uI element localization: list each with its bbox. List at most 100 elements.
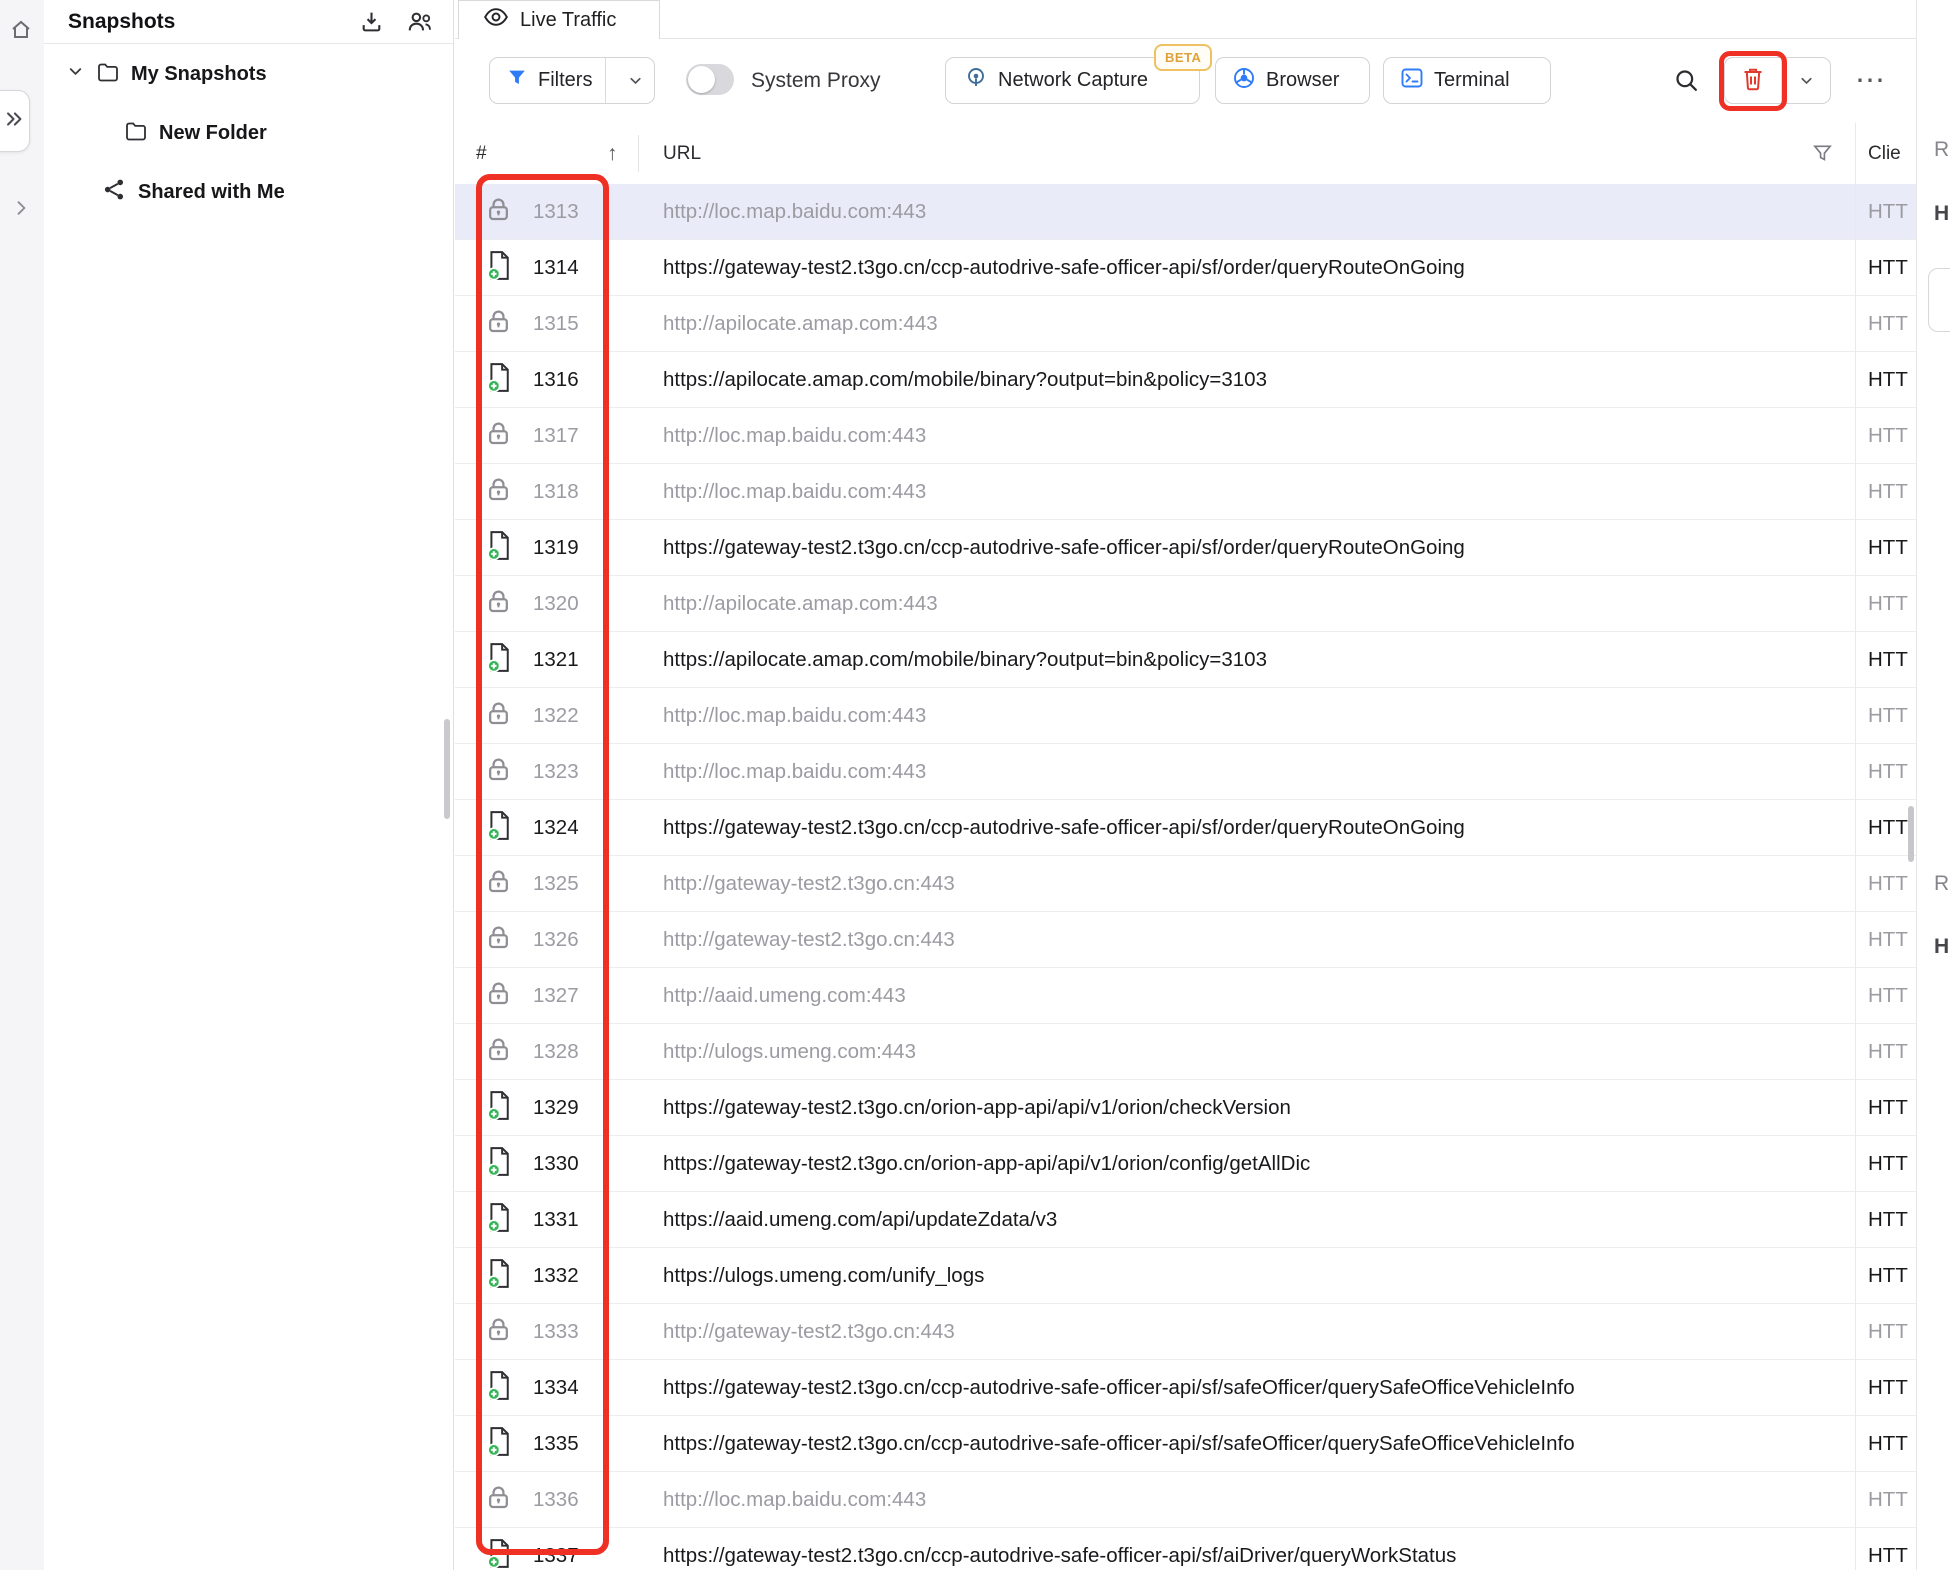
row-url: https://gateway-test2.t3go.cn/orion-app-… xyxy=(663,1136,1310,1191)
table-row[interactable]: 1330 https://gateway-test2.t3go.cn/orion… xyxy=(455,1136,1916,1192)
sort-ascending-icon[interactable]: ↑ xyxy=(607,123,618,184)
table-row[interactable]: 1315 http://apilocate.amap.com:443 HTT xyxy=(455,296,1916,352)
row-number: 1319 xyxy=(533,520,579,575)
column-header-client[interactable]: Clie xyxy=(1868,123,1901,184)
row-number: 1314 xyxy=(533,240,579,295)
chevron-right-icon[interactable] xyxy=(11,198,31,223)
system-proxy-label: System Proxy xyxy=(751,57,881,104)
table-row[interactable]: 1328 http://ulogs.umeng.com:443 HTT xyxy=(455,1024,1916,1080)
system-proxy-toggle[interactable] xyxy=(686,64,734,95)
tab-live-traffic[interactable]: Live Traffic xyxy=(458,0,660,39)
clipped-text: H xyxy=(1934,935,1949,959)
row-url: https://aaid.umeng.com/api/updateZdata/v… xyxy=(663,1192,1057,1247)
sidebar-item-new-folder[interactable]: New Folder xyxy=(44,104,453,163)
left-rail xyxy=(0,0,45,1570)
chevron-down-icon[interactable] xyxy=(616,72,654,89)
row-number: 1331 xyxy=(533,1192,579,1247)
table-row[interactable]: 1314 https://gateway-test2.t3go.cn/ccp-a… xyxy=(455,240,1916,296)
trash-button[interactable] xyxy=(1725,65,1781,97)
table-row[interactable]: 1324 https://gateway-test2.t3go.cn/ccp-a… xyxy=(455,800,1916,856)
download-icon[interactable] xyxy=(359,9,384,34)
row-url: https://gateway-test2.t3go.cn/ccp-autodr… xyxy=(663,520,1465,575)
table-row[interactable]: 1327 http://aaid.umeng.com:443 HTT xyxy=(455,968,1916,1024)
browser-label: Browser xyxy=(1266,69,1339,92)
terminal-button[interactable]: Terminal xyxy=(1383,57,1551,104)
row-client: HTT xyxy=(1868,1248,1916,1303)
table-row[interactable]: 1336 http://loc.map.baidu.com:443 HTT xyxy=(455,1472,1916,1528)
row-number: 1328 xyxy=(533,1024,579,1079)
row-number: 1325 xyxy=(533,856,579,911)
row-client: HTT xyxy=(1868,1472,1916,1527)
row-url: https://gateway-test2.t3go.cn/ccp-autodr… xyxy=(663,1360,1575,1415)
table-scrollbar[interactable] xyxy=(1908,806,1914,862)
sidebar-item-my-snapshots[interactable]: My Snapshots xyxy=(44,45,453,104)
document-add-icon xyxy=(485,642,513,678)
sidebar-item-shared-with-me[interactable]: Shared with Me xyxy=(44,163,453,222)
column-filter-icon[interactable] xyxy=(1811,123,1834,184)
search-icon[interactable] xyxy=(1673,67,1700,94)
sidebar-scrollbar[interactable] xyxy=(444,719,450,819)
lock-icon xyxy=(485,1484,512,1516)
row-url: http://gateway-test2.t3go.cn:443 xyxy=(663,856,955,911)
row-client: HTT xyxy=(1868,352,1916,407)
table-row[interactable]: 1329 https://gateway-test2.t3go.cn/orion… xyxy=(455,1080,1916,1136)
table-row[interactable]: 1325 http://gateway-test2.t3go.cn:443 HT… xyxy=(455,856,1916,912)
document-add-icon xyxy=(485,1146,513,1182)
row-url: https://gateway-test2.t3go.cn/orion-app-… xyxy=(663,1080,1291,1135)
table-row[interactable]: 1313 http://loc.map.baidu.com:443 HTT xyxy=(455,184,1916,240)
document-add-icon xyxy=(485,810,513,846)
row-client: HTT xyxy=(1868,408,1916,463)
row-client: HTT xyxy=(1868,520,1916,575)
lock-icon xyxy=(485,756,512,788)
sidebar-item-label: My Snapshots xyxy=(131,63,267,86)
document-add-icon xyxy=(485,362,513,398)
row-client: HTT xyxy=(1868,296,1916,351)
table-row[interactable]: 1317 http://loc.map.baidu.com:443 HTT xyxy=(455,408,1916,464)
table-row[interactable]: 1331 https://aaid.umeng.com/api/updateZd… xyxy=(455,1192,1916,1248)
row-number: 1321 xyxy=(533,632,579,687)
chevron-down-icon[interactable] xyxy=(66,62,85,87)
lock-icon xyxy=(485,476,512,508)
row-client: HTT xyxy=(1868,744,1916,799)
browser-button[interactable]: Browser xyxy=(1215,57,1370,104)
lock-icon xyxy=(485,588,512,620)
table-row[interactable]: 1318 http://loc.map.baidu.com:443 HTT xyxy=(455,464,1916,520)
expand-sidebar-button[interactable] xyxy=(0,90,30,152)
document-add-icon xyxy=(485,1370,513,1406)
users-icon[interactable] xyxy=(406,9,433,34)
table-row[interactable]: 1326 http://gateway-test2.t3go.cn:443 HT… xyxy=(455,912,1916,968)
table-row[interactable]: 1333 http://gateway-test2.t3go.cn:443 HT… xyxy=(455,1304,1916,1360)
column-header-url[interactable]: URL xyxy=(663,123,701,184)
row-url: http://loc.map.baidu.com:443 xyxy=(663,1472,926,1527)
row-url: https://gateway-test2.t3go.cn/ccp-autodr… xyxy=(663,800,1465,855)
column-header-index[interactable]: # xyxy=(476,123,487,184)
lock-icon xyxy=(485,980,512,1012)
more-options-button[interactable]: ⋯ xyxy=(1847,57,1893,104)
row-number: 1332 xyxy=(533,1248,579,1303)
table-row[interactable]: 1322 http://loc.map.baidu.com:443 HTT xyxy=(455,688,1916,744)
trash-icon xyxy=(1741,65,1765,97)
row-number: 1329 xyxy=(533,1080,579,1135)
sidebar: Snapshots My Snapshots xyxy=(44,0,454,1570)
table-row[interactable]: 1323 http://loc.map.baidu.com:443 HTT xyxy=(455,744,1916,800)
table-row[interactable]: 1319 https://gateway-test2.t3go.cn/ccp-a… xyxy=(455,520,1916,576)
filters-button[interactable]: Filters xyxy=(489,57,655,104)
table-row[interactable]: 1335 https://gateway-test2.t3go.cn/ccp-a… xyxy=(455,1416,1916,1472)
row-url: http://apilocate.amap.com:443 xyxy=(663,296,938,351)
lock-icon xyxy=(485,308,512,340)
table-row[interactable]: 1316 https://apilocate.amap.com/mobile/b… xyxy=(455,352,1916,408)
row-number: 1333 xyxy=(533,1304,579,1359)
home-icon[interactable] xyxy=(9,18,33,47)
table-row[interactable]: 1321 https://apilocate.amap.com/mobile/b… xyxy=(455,632,1916,688)
table-row[interactable]: 1320 http://apilocate.amap.com:443 HTT xyxy=(455,576,1916,632)
table-row[interactable]: 1337 https://gateway-test2.t3go.cn/ccp-a… xyxy=(455,1528,1916,1570)
row-number: 1326 xyxy=(533,912,579,967)
row-url: http://loc.map.baidu.com:443 xyxy=(663,744,926,799)
table-header: # ↑ URL Clie xyxy=(455,123,1950,185)
row-client: HTT xyxy=(1868,1304,1916,1359)
main-panel: Live Traffic Filters System Proxy xyxy=(455,0,1950,1570)
row-url: https://gateway-test2.t3go.cn/ccp-autodr… xyxy=(663,1416,1575,1471)
table-row[interactable]: 1334 https://gateway-test2.t3go.cn/ccp-a… xyxy=(455,1360,1916,1416)
chevron-down-icon[interactable] xyxy=(1782,72,1830,89)
table-row[interactable]: 1332 https://ulogs.umeng.com/unify_logs … xyxy=(455,1248,1916,1304)
